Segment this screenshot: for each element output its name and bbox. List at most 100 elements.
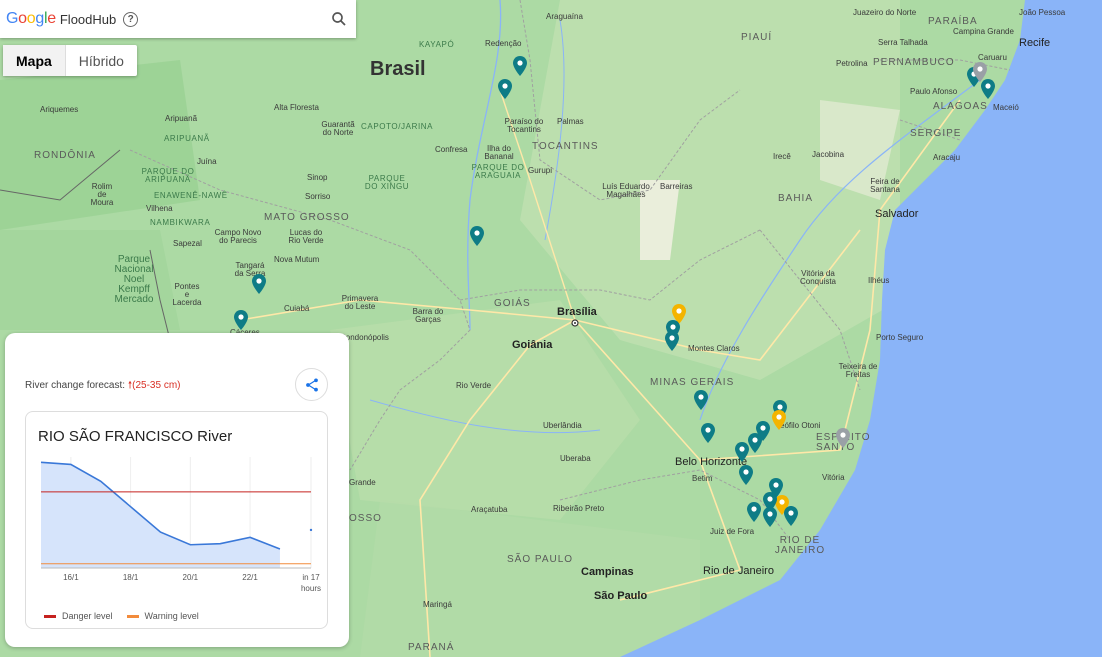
city-label: Lucas do Rio Verde: [288, 228, 324, 245]
state-label: PARAÍBA: [928, 16, 978, 27]
city-label: Confresa: [435, 145, 468, 154]
park-label: ARIPUANÃ: [164, 134, 210, 143]
city-label: Pontes e Lacerda: [172, 282, 202, 307]
city-label: Campo Novo do Parecis: [214, 228, 262, 245]
city-label: Vitória da Conquista: [799, 269, 837, 286]
forecast-value: (25-35 cm): [132, 380, 181, 391]
state-label: PIAUÍ: [741, 32, 773, 43]
flood-gauge-marker[interactable]: [470, 226, 484, 246]
warning-legend-label: Warning level: [144, 611, 199, 621]
city-label: Recife: [1019, 37, 1051, 49]
city-label: Rio Verde: [456, 381, 492, 390]
flood-gauge-marker[interactable]: [694, 390, 708, 410]
chart-point: [309, 528, 313, 532]
search-icon[interactable]: [330, 10, 348, 28]
flood-gauge-marker[interactable]: [735, 442, 749, 462]
city-label: Jacobina: [812, 150, 845, 159]
city-label: Salvador: [875, 208, 919, 220]
state-label: PARANÁ: [408, 642, 455, 653]
city-label: Grande: [349, 478, 376, 487]
city-label: Uberlândia: [543, 421, 582, 430]
city-label: Araçatuba: [471, 505, 508, 514]
city-label: Vitória: [822, 473, 845, 482]
state-label: SERGIPE: [910, 128, 962, 139]
city-label: Feira de Santana: [870, 177, 900, 194]
map-type-hibrido-button[interactable]: Híbrido: [64, 45, 137, 76]
state-label: RONDÔNIA: [34, 150, 96, 161]
city-label: Porto Seguro: [876, 333, 924, 342]
danger-legend-swatch: [44, 614, 56, 618]
park-label: PARQUE DO ARAGUAIA: [471, 163, 525, 180]
flood-gauge-marker[interactable]: [747, 502, 761, 522]
city-label: Betim: [692, 474, 713, 483]
city-label: Aracaju: [933, 153, 961, 162]
state-label: ALAGOAS: [933, 101, 988, 112]
city-label: Juazeiro do Norte: [853, 8, 917, 17]
park-label: NAMBIKWARA: [150, 218, 211, 227]
city-label: Rio de Janeiro: [703, 565, 774, 577]
state-label: MATO GROSSO: [264, 212, 350, 223]
park-label: PARQUE DO XINGU: [364, 174, 410, 191]
city-label: Brasília: [557, 306, 597, 318]
share-icon: [305, 377, 318, 392]
city-label: Sapezal: [173, 239, 202, 248]
city-label: João Pessoa: [1019, 8, 1066, 17]
city-label: Goiânia: [512, 339, 553, 351]
flood-gauge-marker[interactable]: [701, 423, 715, 443]
flood-gauge-marker[interactable]: [513, 56, 527, 76]
map-type-toggle: Mapa Híbrido: [3, 45, 137, 76]
river-forecast-chart: 16/1 18/1 20/1 22/1 in 17 hours: [40, 457, 321, 593]
city-label: Vilhena: [146, 204, 173, 213]
state-label: BAHIA: [778, 193, 814, 204]
share-button[interactable]: [295, 368, 328, 401]
city-label: Sinop: [307, 173, 328, 182]
flood-gauge-marker[interactable]: [772, 410, 786, 430]
x-tick-label: 16/1: [63, 573, 79, 582]
city-label: Caruaru: [978, 53, 1007, 62]
state-label: TOCANTINS: [532, 141, 599, 152]
flood-gauge-marker[interactable]: [784, 506, 798, 526]
flood-gauge-marker[interactable]: [981, 79, 995, 99]
flood-gauge-marker[interactable]: [498, 79, 512, 99]
city-label: Juína: [197, 157, 217, 166]
forecast-line: River change forecast: 🠕(25-35 cm): [25, 378, 181, 395]
flood-gauge-marker[interactable]: [748, 433, 762, 453]
city-label: Palmas: [557, 117, 584, 126]
city-label: Petrolina: [836, 59, 868, 68]
city-label: Maringá: [423, 600, 452, 609]
flood-gauge-marker[interactable]: [739, 465, 753, 485]
state-label: SÃO PAULO: [507, 554, 574, 565]
app-header: Google FloodHub ?: [0, 0, 356, 38]
flood-gauge-marker[interactable]: [252, 274, 266, 294]
city-label: Ilhéus: [868, 276, 890, 285]
city-label: Juiz de Fora: [710, 527, 755, 536]
flood-gauge-marker[interactable]: [234, 310, 248, 330]
city-label: Campinas: [581, 566, 634, 578]
city-label: Serra Talhada: [878, 38, 928, 47]
river-chart-card: RIO SÃO FRANCISCO River 16/1 18/1 20/1 22/1…: [25, 411, 328, 629]
x-tick-label: hours: [301, 584, 321, 593]
flood-gauge-marker[interactable]: [763, 507, 777, 527]
map-type-mapa-button[interactable]: Mapa: [3, 45, 65, 76]
forecast-area: [41, 462, 280, 568]
city-label: Montes Claros: [688, 344, 740, 353]
city-label: Guarantã do Norte: [321, 120, 355, 137]
flood-gauge-marker[interactable]: [836, 428, 850, 448]
city-label: Paraíso do Tocantins: [504, 117, 544, 134]
danger-legend-label: Danger level: [62, 611, 113, 621]
city-label: Nova Mutum: [274, 255, 320, 264]
city-label: Barreiras: [660, 182, 693, 191]
city-label: Sorriso: [305, 192, 331, 201]
city-label: Irecê: [773, 152, 791, 161]
chart-legend: Danger level Warning level: [44, 611, 199, 621]
x-tick-label: in 17: [302, 573, 320, 582]
warning-legend-swatch: [126, 614, 139, 618]
flood-gauge-marker[interactable]: [665, 331, 679, 351]
city-label: Rolim de Moura: [90, 182, 114, 207]
state-label: RIO DE JANEIRO: [774, 535, 826, 556]
city-label: Campina Grande: [953, 27, 1014, 36]
city-label: Araguaína: [546, 12, 583, 21]
google-logo: Google: [6, 10, 56, 27]
help-circle-icon[interactable]: ?: [123, 11, 139, 27]
city-label: Teixeira de Freitas: [838, 362, 878, 379]
